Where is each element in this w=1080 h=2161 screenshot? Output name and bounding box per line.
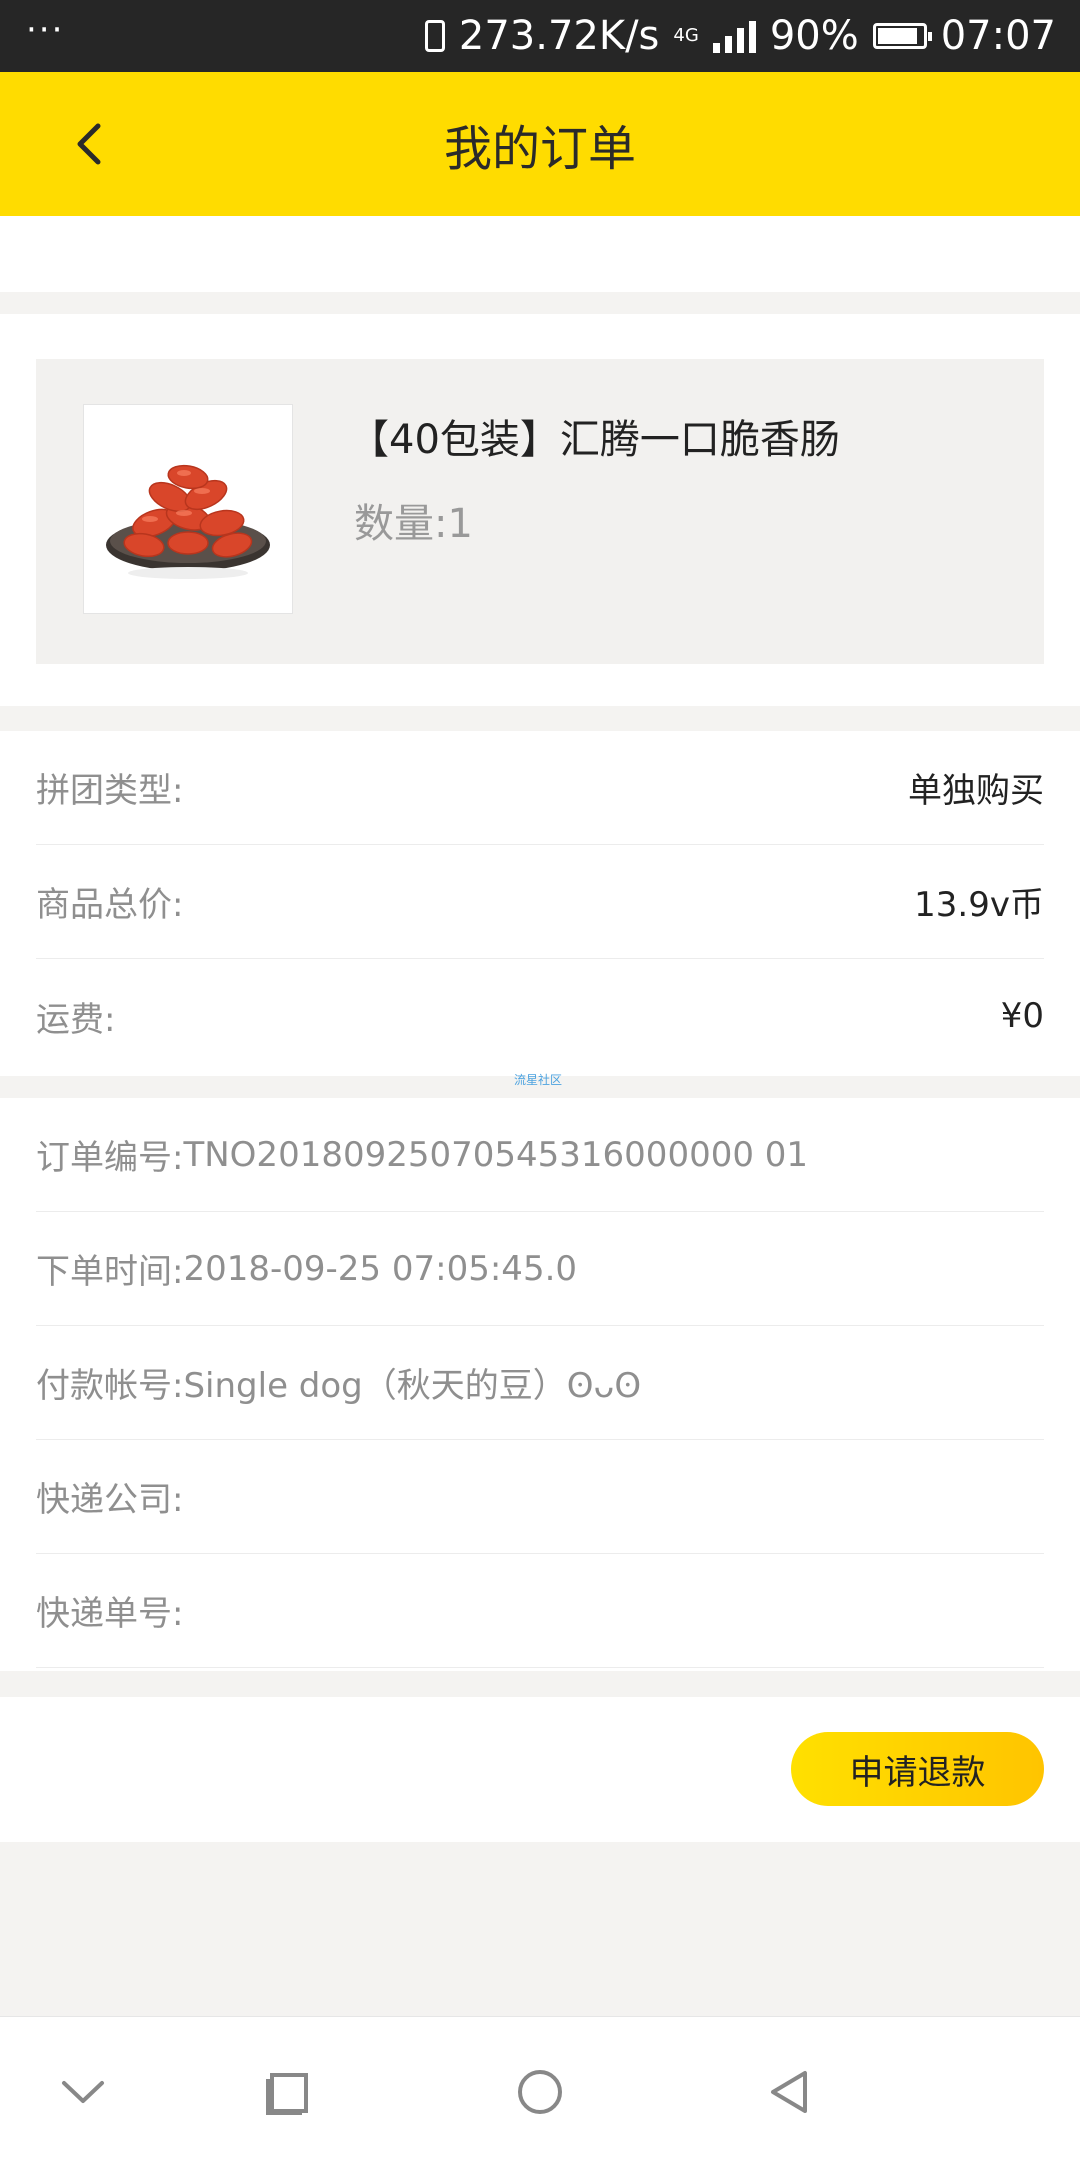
recent-apps-icon[interactable]	[262, 2067, 312, 2117]
product-card: 【40包装】汇腾一口脆香肠 数量:1	[0, 314, 1080, 706]
group-type-value: 单独购买	[908, 771, 1044, 811]
back-triangle-icon[interactable]	[765, 2067, 815, 2117]
product-name: 【40包装】汇腾一口脆香肠	[349, 417, 840, 463]
vibrate-icon	[424, 20, 445, 52]
status-menu-dots: ···	[26, 10, 65, 50]
shipping-value: ¥0	[1000, 996, 1044, 1036]
courier-company-row: 快递公司:	[36, 1440, 1044, 1554]
shipping-label: 运费:	[36, 999, 116, 1040]
battery-percent: 90%	[769, 13, 859, 59]
status-right: 273.72K/s 4G 90% 07:07	[424, 0, 1056, 72]
total-price-row: 商品总价: 13.9v币	[36, 845, 1044, 959]
tracking-number-label: 快递单号:	[36, 1594, 184, 1634]
order-number-label: 订单编号:	[36, 1138, 184, 1178]
shipping-row: 运费: ¥0	[36, 959, 1044, 1073]
chevron-down-icon[interactable]	[58, 2067, 108, 2117]
group-type-label: 拼团类型:	[36, 771, 184, 811]
order-time-value: 2018-09-25 07:05:45.0	[183, 1248, 578, 1289]
product-image	[83, 404, 293, 614]
order-details-card: 订单编号: TNO20180925070545316000000 01 下单时间…	[0, 1098, 1080, 1671]
product-item[interactable]: 【40包装】汇腾一口脆香肠 数量:1	[36, 359, 1044, 664]
status-bar: ··· 273.72K/s 4G 90% 07:07	[0, 0, 1080, 72]
order-summary-card: 拼团类型: 单独购买 商品总价: 13.9v币 运费: ¥0	[0, 731, 1080, 1076]
payment-account-value: Single dog（秋天的豆）ʘᴗʘ	[183, 1366, 642, 1406]
tracking-number-row: 快递单号:	[36, 1554, 1044, 1668]
total-price-label: 商品总价:	[36, 885, 184, 925]
sausage-image-icon	[106, 464, 270, 579]
total-price-value: 13.9v币	[914, 885, 1044, 925]
payment-account-label: 付款帐号:	[36, 1366, 184, 1406]
battery-icon	[872, 23, 932, 49]
back-arrow-icon[interactable]	[70, 122, 110, 166]
payment-account-row: 付款帐号: Single dog（秋天的豆）ʘᴗʘ	[36, 1326, 1044, 1440]
order-number-row: 订单编号: TNO20180925070545316000000 01	[36, 1098, 1044, 1212]
signal-icon	[712, 19, 756, 53]
system-nav-bar	[0, 2016, 1080, 2161]
home-circle-icon[interactable]	[515, 2067, 565, 2117]
refund-button[interactable]: 申请退款	[791, 1732, 1044, 1806]
order-number-value: TNO20180925070545316000000 01	[183, 1134, 809, 1175]
page-title: 我的订单	[443, 121, 636, 177]
order-time-label: 下单时间:	[36, 1252, 184, 1292]
clock: 07:07	[940, 13, 1056, 59]
network-speed: 273.72K/s	[458, 13, 660, 59]
app-header: 我的订单	[0, 72, 1080, 216]
product-quantity: 数量:1	[354, 501, 473, 547]
group-type-row: 拼团类型: 单独购买	[36, 731, 1044, 845]
watermark: 流星社区	[514, 1073, 563, 1087]
order-time-row: 下单时间: 2018-09-25 07:05:45.0	[36, 1212, 1044, 1326]
action-bar: 申请退款	[0, 1697, 1080, 1842]
courier-company-label: 快递公司:	[36, 1480, 184, 1520]
network-type: 4G	[673, 25, 699, 46]
